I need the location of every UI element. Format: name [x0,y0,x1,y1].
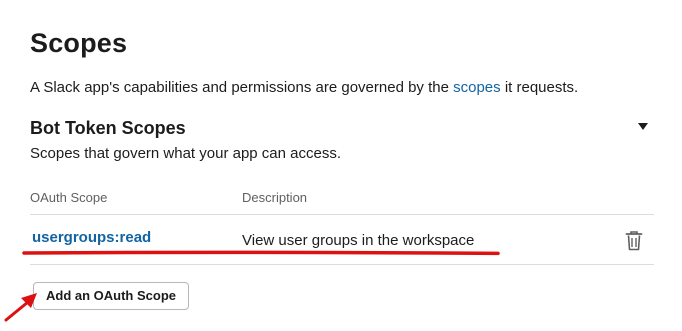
column-header-description: Description [242,190,308,205]
intro-text: A Slack app's capabilities and permissio… [30,79,578,96]
intro-text-after: it requests. [504,79,579,96]
add-oauth-scope-button[interactable]: Add an OAuth Scope [33,282,189,310]
trash-icon[interactable] [624,230,644,252]
table-divider-bottom [30,264,654,265]
scope-description: View user groups in the workspace [242,232,475,249]
scopes-panel: Scopes A Slack app's capabilities and pe… [0,0,682,331]
scope-name-link[interactable]: usergroups:read [32,229,151,246]
section-title: Bot Token Scopes [30,118,186,138]
page-title: Scopes [30,28,128,58]
annotation-underline [22,250,500,256]
column-header-oauth-scope: OAuth Scope [30,190,108,205]
section-subtitle: Scopes that govern what your app can acc… [30,145,342,162]
caret-down-icon[interactable] [638,123,648,130]
scopes-link[interactable]: scopes [453,79,501,96]
table-divider-top [30,214,654,215]
arrow-icon [4,293,37,322]
intro-text-before: A Slack app's capabilities and permissio… [30,79,449,96]
